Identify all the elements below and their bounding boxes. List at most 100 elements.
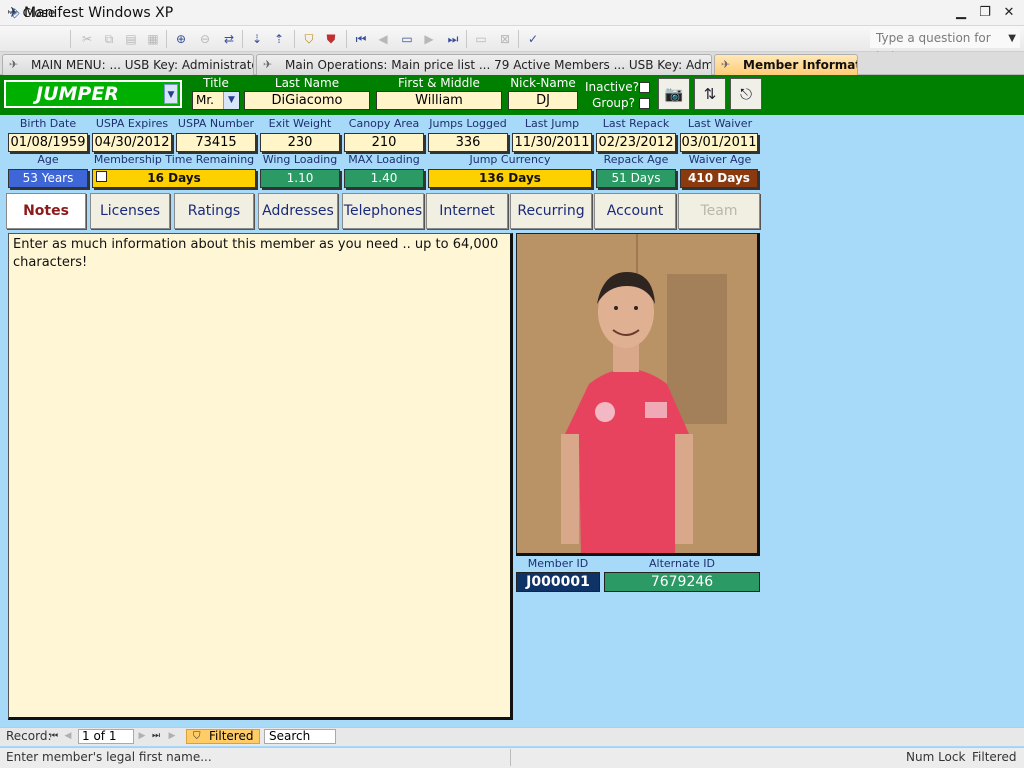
last-name-label: Last Name (274, 76, 340, 90)
nickname-field[interactable]: DJ (508, 91, 578, 110)
find-icon[interactable]: ⊕ (172, 30, 190, 48)
status-message: Enter member's legal first name... (6, 750, 212, 764)
sort-descending-icon[interactable]: ⇡ (270, 30, 288, 48)
tab-recurring[interactable]: Recurring (510, 193, 592, 229)
jump-currency-label: Jump Currency (469, 153, 551, 166)
form-icon: ✈ (721, 58, 731, 71)
last-waiver-field[interactable]: 03/01/2011 (680, 133, 758, 152)
uspa-expires-field[interactable]: 04/30/2012 (92, 133, 172, 152)
close-label: Close (22, 6, 56, 20)
exit-weight-field[interactable]: 230 (260, 133, 340, 152)
first-middle-label: First & Middle (398, 76, 480, 90)
tab-main-operations[interactable]: ✈ Main Operations: Main price list ... 7… (256, 54, 712, 75)
jumps-logged-field[interactable]: 336 (428, 133, 508, 152)
filtered-label: Filtered (209, 729, 254, 743)
first-middle-field[interactable]: William (376, 91, 502, 110)
filtered-toggle[interactable]: ⛉ Filtered (186, 729, 260, 744)
tab-addresses[interactable]: Addresses (258, 193, 338, 229)
tab-account[interactable]: Account (594, 193, 676, 229)
tab-ratings[interactable]: Ratings (174, 193, 254, 229)
last-name-field[interactable]: DiGiacomo (244, 91, 370, 110)
last-repack-label: Last Repack (602, 117, 670, 130)
tab-label: Main Operations: Main price list ... 79 … (285, 58, 712, 72)
close-button[interactable]: ⎆ Close (6, 3, 59, 23)
member-photo[interactable] (516, 233, 760, 556)
minimize-icon[interactable]: ▁ (950, 3, 972, 23)
swap-icon: ⇅ (703, 85, 717, 103)
toolbar-separator (166, 30, 167, 48)
record-position-field[interactable]: 1 of 1 (78, 729, 134, 744)
title-label: Title (203, 76, 229, 90)
spelling-icon[interactable]: ✓ (524, 30, 542, 48)
swap-photo-button[interactable]: ⇅ (694, 78, 726, 110)
nickname-label: Nick-Name (510, 76, 576, 90)
close-window-icon[interactable]: ✕ (998, 3, 1020, 23)
notes-textarea[interactable]: Enter as much information about this mem… (8, 233, 513, 720)
tab-main-menu[interactable]: ✈ MAIN MENU: ... USB Key: Administrator (2, 54, 254, 75)
search-placeholder: Search (269, 729, 311, 743)
birth-date-label: Birth Date (19, 117, 77, 130)
title-combo[interactable]: Mr. ▼ (192, 91, 240, 110)
alternate-id-field[interactable]: 7679246 (604, 572, 760, 592)
replace-icon[interactable]: ⇄ (220, 30, 238, 48)
tab-team[interactable]: Team (678, 193, 760, 229)
waiver-age-label: Waiver Age (688, 153, 752, 166)
sort-ascending-icon[interactable]: ⇣ (248, 30, 266, 48)
repack-age-value: 51 Days (596, 169, 676, 188)
first-record-icon[interactable]: ⏮ (352, 30, 370, 48)
paste-icon[interactable]: ▤ (122, 30, 140, 48)
last-waiver-label: Last Waiver (687, 117, 753, 130)
remove-filter-icon[interactable]: ⛊ (322, 30, 340, 48)
member-type-combo[interactable]: JUMPER ▼ (4, 80, 182, 108)
last-record-icon[interactable]: ⏭ (444, 30, 462, 48)
tab-internet[interactable]: Internet (426, 193, 508, 229)
toolbar-separator (466, 30, 467, 48)
inactive-checkbox[interactable] (639, 82, 650, 93)
toolbar-separator (346, 30, 347, 48)
previous-record-icon[interactable]: ◀ (374, 30, 392, 48)
tab-label: MAIN MENU: ... USB Key: Administrator (31, 58, 254, 72)
member-id-label: Member ID (527, 557, 589, 570)
format-painter-icon[interactable]: ▦ (144, 30, 162, 48)
new-record-icon[interactable]: ▭ (472, 30, 490, 48)
chevron-down-icon[interactable]: ▼ (164, 84, 178, 104)
tab-member-information[interactable]: ✈ Member Information (714, 54, 858, 75)
door-icon: ⎆ (10, 6, 20, 20)
help-search-input[interactable]: Type a question for help ▼ (870, 29, 1020, 64)
find-next-icon[interactable]: ⊖ (196, 30, 214, 48)
filtered-indicator: Filtered (972, 750, 1017, 764)
previous-record-icon[interactable]: ◀ (62, 729, 74, 744)
first-record-icon[interactable]: ⏮ (48, 729, 60, 744)
goto-record-icon[interactable]: ▭ (398, 30, 416, 48)
record-search-input[interactable]: Search (264, 729, 336, 744)
copy-icon[interactable]: ⧉ (100, 30, 118, 48)
delete-record-icon[interactable]: ⊠ (496, 30, 514, 48)
camera-button[interactable]: 📷 (658, 78, 690, 110)
camera-icon: 📷 (664, 85, 684, 103)
tab-notes[interactable]: Notes (6, 193, 86, 229)
new-record-icon[interactable]: ▶ (166, 729, 178, 744)
jumps-logged-label: Jumps Logged (429, 117, 507, 130)
uspa-number-field[interactable]: 73415 (176, 133, 256, 152)
chevron-down-icon[interactable]: ▼ (223, 92, 239, 109)
exit-button[interactable]: ⎋ (730, 78, 762, 110)
form-icon: ✈ (9, 58, 19, 71)
last-jump-field[interactable]: 11/30/2011 (512, 133, 592, 152)
birth-date-field[interactable]: 01/08/1959 (8, 133, 88, 152)
tab-licenses[interactable]: Licenses (90, 193, 170, 229)
member-id-value: J000001 (516, 572, 600, 592)
filter-icon[interactable]: ⛉ (300, 30, 318, 48)
next-record-icon[interactable]: ▶ (420, 30, 438, 48)
help-dropdown-icon[interactable]: ▼ (1008, 29, 1016, 48)
canopy-area-field[interactable]: 210 (344, 133, 424, 152)
tab-telephones[interactable]: Telephones (342, 193, 424, 229)
group-checkbox[interactable] (639, 98, 650, 109)
membership-checkbox[interactable] (96, 171, 107, 182)
cut-icon[interactable]: ✂ (78, 30, 96, 48)
numlock-indicator: Num Lock (906, 750, 966, 764)
next-record-icon[interactable]: ▶ (136, 729, 148, 744)
last-repack-field[interactable]: 02/23/2012 (596, 133, 676, 152)
wing-loading-value: 1.10 (260, 169, 340, 188)
last-record-icon[interactable]: ⏭ (150, 729, 162, 744)
restore-icon[interactable]: ❐ (974, 3, 996, 23)
